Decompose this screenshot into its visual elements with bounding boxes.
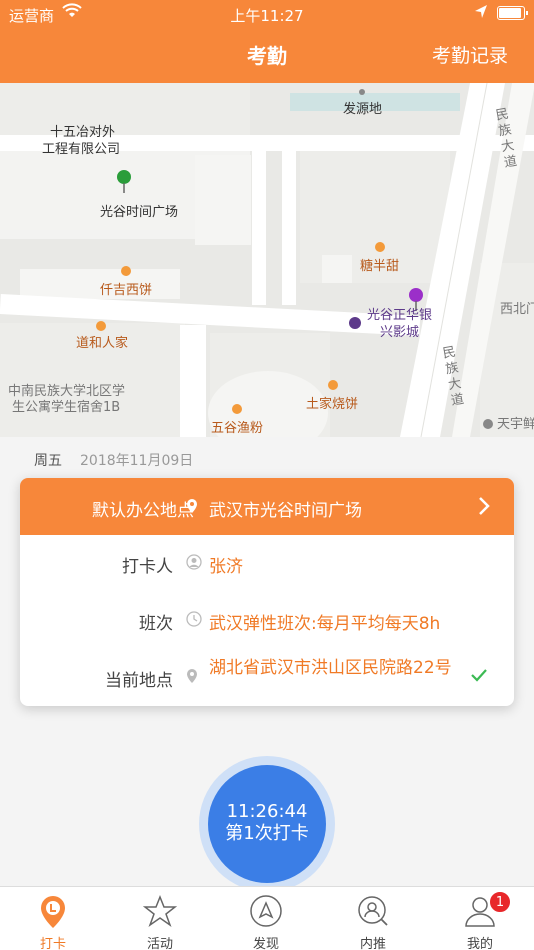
clock: 上午11:27 [230,7,304,25]
puncher-value: 张济 [209,557,243,577]
map-label: 生公寓学生宿舍1B [12,400,121,415]
tab-mine[interactable]: 1 我的 [427,887,533,950]
map-label: 土家烧饼 [306,397,359,412]
tab-referral[interactable]: 内推 [320,887,426,950]
notification-badge: 1 [489,891,511,913]
tab-label: 活动 [146,937,173,950]
current-location-value: 湖北省武汉市洪山区民院路22号 [209,658,452,678]
date-row: 周五 2018年11月09日 [34,450,193,470]
punch-time: 11:26:44 [226,801,308,822]
map-label: 工程有限公司 [42,142,121,157]
default-office-row[interactable]: 默认办公地点 武汉市光谷时间广场 [20,478,514,535]
battery-icon [497,6,528,20]
map-label: 兴影城 [380,325,420,340]
person-icon [186,554,202,574]
current-location-label: 当前地点 [105,671,173,691]
search-person-icon [356,894,390,932]
tab-discover[interactable]: 发现 [213,887,319,950]
attendance-card: 默认办公地点 武汉市光谷时间广场 打卡人 张济 班次 武汉弹性班次:每月平均每天… [20,478,514,706]
tab-punch[interactable]: 打卡 [0,887,106,950]
location-pin-icon [186,498,198,518]
shift-row: 班次 武汉弹性班次:每月平均每天8h [20,592,514,648]
map-label: 十五冶对外 [50,125,116,140]
map-label: 糖半甜 [360,259,400,274]
map-label: 仟吉西饼 [100,283,153,298]
check-icon [470,667,488,686]
attendance-records-button[interactable]: 考勤记录 [432,41,508,68]
office-value: 武汉市光谷时间广场 [209,501,362,521]
map-label: 天宇鲜 [497,417,534,432]
punch-label: 第1次打卡 [225,823,309,844]
tab-bar: 打卡 活动 发现 内推 1 我的 [0,886,534,950]
shift-label: 班次 [139,614,173,634]
map-label: 光谷正华银 [367,308,433,323]
map-label: 发源地 [343,102,383,117]
location-pin-icon [186,668,198,688]
chevron-right-icon [478,496,490,520]
header: 运营商 上午11:27 考勤 考勤记录 [0,0,534,83]
tab-label: 发现 [252,937,279,950]
map-label: 西北门 [500,302,534,317]
location-arrow-icon [474,4,488,24]
tab-label: 我的 [466,937,493,950]
clock-icon [186,611,202,631]
punch-pin-icon [36,894,70,934]
punch-button[interactable]: 11:26:44 第1次打卡 [208,765,326,883]
map-label: 光谷时间广场 [100,205,179,220]
compass-icon [249,894,283,932]
date-value: 2018年11月09日 [80,453,194,469]
tab-label: 打卡 [39,937,66,950]
weekday: 周五 [34,453,62,469]
tab-label: 内推 [359,937,386,950]
tab-activity[interactable]: 活动 [107,887,213,950]
map-label: 五谷渔粉 [211,421,264,436]
shift-value: 武汉弹性班次:每月平均每天8h [209,614,441,634]
map-view[interactable]: 发源地 十五冶对外 工程有限公司 光谷时间广场 糖半甜 仟吉西饼 道和人家 光谷… [0,83,534,437]
status-bar: 运营商 上午11:27 [0,0,534,28]
current-location-row: 当前地点 湖北省武汉市洪山区民院路22号 [20,649,514,705]
puncher-row: 打卡人 张济 [20,535,514,591]
puncher-label: 打卡人 [122,557,173,577]
star-icon [142,894,178,932]
map-label: 道和人家 [76,336,129,351]
map-label: 中南民族大学北区学 [8,384,126,399]
office-label: 默认办公地点 [92,501,194,521]
